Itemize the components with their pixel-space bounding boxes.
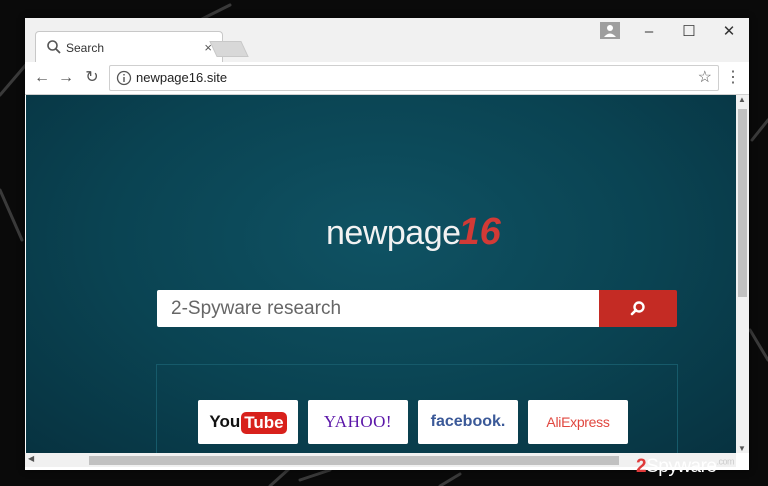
minimize-button[interactable]: – [629,20,669,44]
back-arrow-icon[interactable]: ← [31,67,53,89]
watermark-text: Spyware [646,456,717,477]
new-tab-button[interactable] [209,41,249,57]
search-input[interactable] [157,290,591,327]
youtube-logo-tube: Tube [241,411,287,434]
facebook-logo: facebook. [430,413,506,430]
tab-strip: Search × – ☐ ✕ [25,18,749,63]
yahoo-logo: YAHOO! [323,412,393,431]
star-icon[interactable]: ☆ [698,67,712,87]
horizontal-scroll-thumb[interactable] [89,456,619,465]
horizontal-scrollbar[interactable]: ◀ [25,453,736,467]
maximize-button[interactable]: ☐ [669,20,709,44]
vertical-scroll-thumb[interactable] [738,109,747,297]
url-text[interactable]: newpage16.site [136,70,227,85]
address-bar[interactable]: newpage16.site ☆ [109,65,719,91]
youtube-logo-you: You [209,412,241,431]
watermark: 2Spyware.com [636,456,735,478]
scroll-left-arrow-icon[interactable]: ◀ [28,454,34,463]
page-viewport: newpage16 YouTube YAHOO! facebook. AliEx… [26,95,736,453]
reload-icon[interactable]: ↻ [81,67,103,89]
quick-links-panel: You Tube YAHOO! facebook. AliExpress [156,364,678,453]
quick-link-aliexpress[interactable]: AliExpress [528,400,628,444]
profile-icon[interactable] [600,22,620,39]
quick-link-youtube[interactable]: You Tube [198,400,298,444]
browser-window: Search × – ☐ ✕ ← → ↻ newpage16.site ☆ ⋮ [25,18,749,470]
menu-icon[interactable]: ⋮ [725,67,741,89]
browser-toolbar: ← → ↻ newpage16.site ☆ ⋮ [25,62,749,95]
aliexpress-logo: AliExpress [546,414,610,430]
site-logo: newpage16 [326,211,501,255]
search-icon [47,40,61,54]
logo-text: newpage [326,214,461,252]
tab-title: Search [66,41,105,55]
watermark-number: 2 [636,456,647,477]
forward-arrow-icon[interactable]: → [55,67,77,89]
tab-search[interactable]: Search × [35,31,223,63]
watermark-tld: .com [716,456,735,467]
search-button[interactable] [599,290,677,327]
search-box[interactable] [157,290,599,327]
scroll-down-arrow-icon[interactable]: ▼ [738,444,746,453]
vertical-scrollbar[interactable]: ▲ ▼ [736,95,749,453]
logo-number: 16 [458,211,501,253]
scroll-up-arrow-icon[interactable]: ▲ [738,95,746,104]
info-icon[interactable] [116,70,132,86]
window-close-button[interactable]: ✕ [709,20,749,44]
quick-link-facebook[interactable]: facebook. [418,400,518,444]
magnifier-icon [630,301,645,316]
quick-link-yahoo[interactable]: YAHOO! [308,400,408,444]
